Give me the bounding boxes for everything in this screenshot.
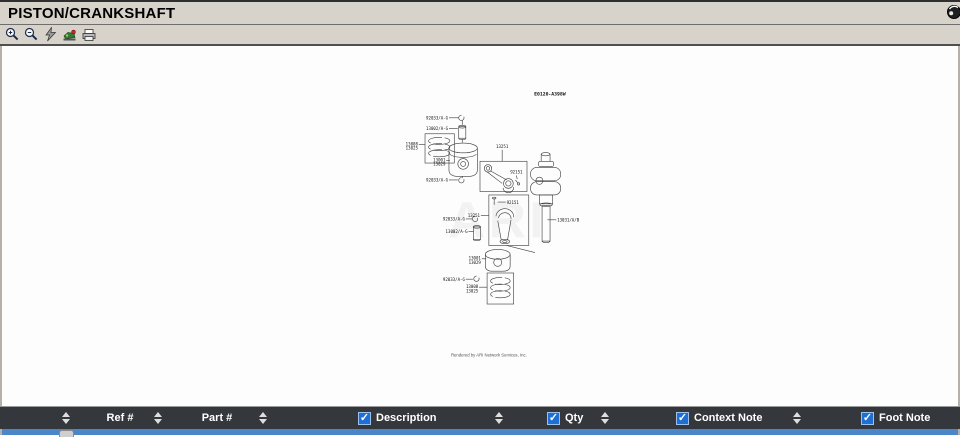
sort-arrows-icon	[495, 412, 503, 424]
qty-checkbox[interactable]: ✓	[547, 412, 560, 425]
column-header-qty[interactable]: ✓ Qty	[547, 407, 583, 429]
column-header-foot-note[interactable]: ✓ Foot Note	[861, 407, 930, 429]
diagram-canvas[interactable]: ARI	[0, 46, 960, 406]
part-label[interactable]: 92033/A-G	[426, 116, 449, 121]
render-credit: Rendered by ARI Network Services, Inc.	[451, 352, 527, 357]
sort-arrows-icon	[62, 412, 70, 424]
part-label[interactable]: 92033/A-G	[443, 217, 466, 222]
zoom-in-icon[interactable]	[3, 26, 22, 43]
sort-arrows-icon	[154, 412, 162, 424]
part-label[interactable]: 13025	[466, 289, 479, 294]
part-label[interactable]: 13025	[406, 146, 419, 151]
column-label: Description	[376, 412, 437, 424]
part-label[interactable]: 13031/A/B	[557, 218, 580, 223]
part-label[interactable]: 92033/A-G	[426, 178, 449, 183]
sort-toggle[interactable]	[259, 407, 267, 429]
part-label[interactable]: 92151	[510, 170, 523, 175]
part-label[interactable]: 13029	[469, 260, 482, 265]
sort-arrows-icon	[793, 412, 801, 424]
exploded-diagram[interactable]: ARI	[0, 46, 960, 406]
column-label: Qty	[565, 412, 583, 424]
sort-toggle[interactable]	[495, 407, 503, 429]
parts-icon[interactable]	[60, 26, 79, 43]
sort-arrows-icon	[259, 412, 267, 424]
sort-toggle[interactable]	[793, 407, 801, 429]
description-checkbox[interactable]: ✓	[358, 412, 371, 425]
drawing-code: E0120-A398W	[534, 92, 566, 98]
parts-table-row[interactable]	[0, 429, 960, 435]
app-window: PISTON/CRANKSHAFT	[0, 0, 960, 437]
column-label: Context Note	[694, 412, 762, 424]
column-header-part[interactable]: Part #	[202, 407, 233, 429]
sort-toggle[interactable]	[62, 407, 70, 429]
globe-icon[interactable]	[945, 3, 960, 21]
zoom-out-icon[interactable]	[22, 26, 41, 43]
column-label: Part #	[202, 412, 233, 424]
row-thumbnail[interactable]	[59, 430, 74, 437]
print-icon[interactable]	[79, 26, 98, 43]
part-label[interactable]: 13251	[496, 144, 509, 149]
part-label[interactable]: 13002/A-G	[426, 126, 449, 131]
column-header-ref[interactable]: Ref #	[107, 407, 134, 429]
page-title: PISTON/CRANKSHAFT	[0, 5, 175, 22]
part-label[interactable]: 92033/A-G	[443, 277, 466, 282]
part-label[interactable]: 13029	[433, 162, 446, 167]
part-label[interactable]: 92151	[507, 200, 520, 205]
part-label[interactable]: 13002/A-G	[446, 229, 469, 234]
title-bar: PISTON/CRANKSHAFT	[0, 0, 960, 25]
sort-arrows-icon	[601, 412, 609, 424]
parts-table-header: Ref # Part # ✓ Description ✓ Qty ✓ Context Note…	[0, 406, 960, 429]
column-header-context-note[interactable]: ✓ Context Note	[676, 407, 762, 429]
column-label: Ref #	[107, 412, 134, 424]
context-note-checkbox[interactable]: ✓	[676, 412, 689, 425]
column-header-description[interactable]: ✓ Description	[358, 407, 437, 429]
sort-toggle[interactable]	[154, 407, 162, 429]
sort-toggle[interactable]	[601, 407, 609, 429]
part-label[interactable]: 13251	[468, 213, 481, 218]
column-label: Foot Note	[879, 412, 930, 424]
lightning-icon[interactable]	[41, 26, 60, 43]
toolbar	[0, 25, 960, 46]
foot-note-checkbox[interactable]: ✓	[861, 412, 874, 425]
